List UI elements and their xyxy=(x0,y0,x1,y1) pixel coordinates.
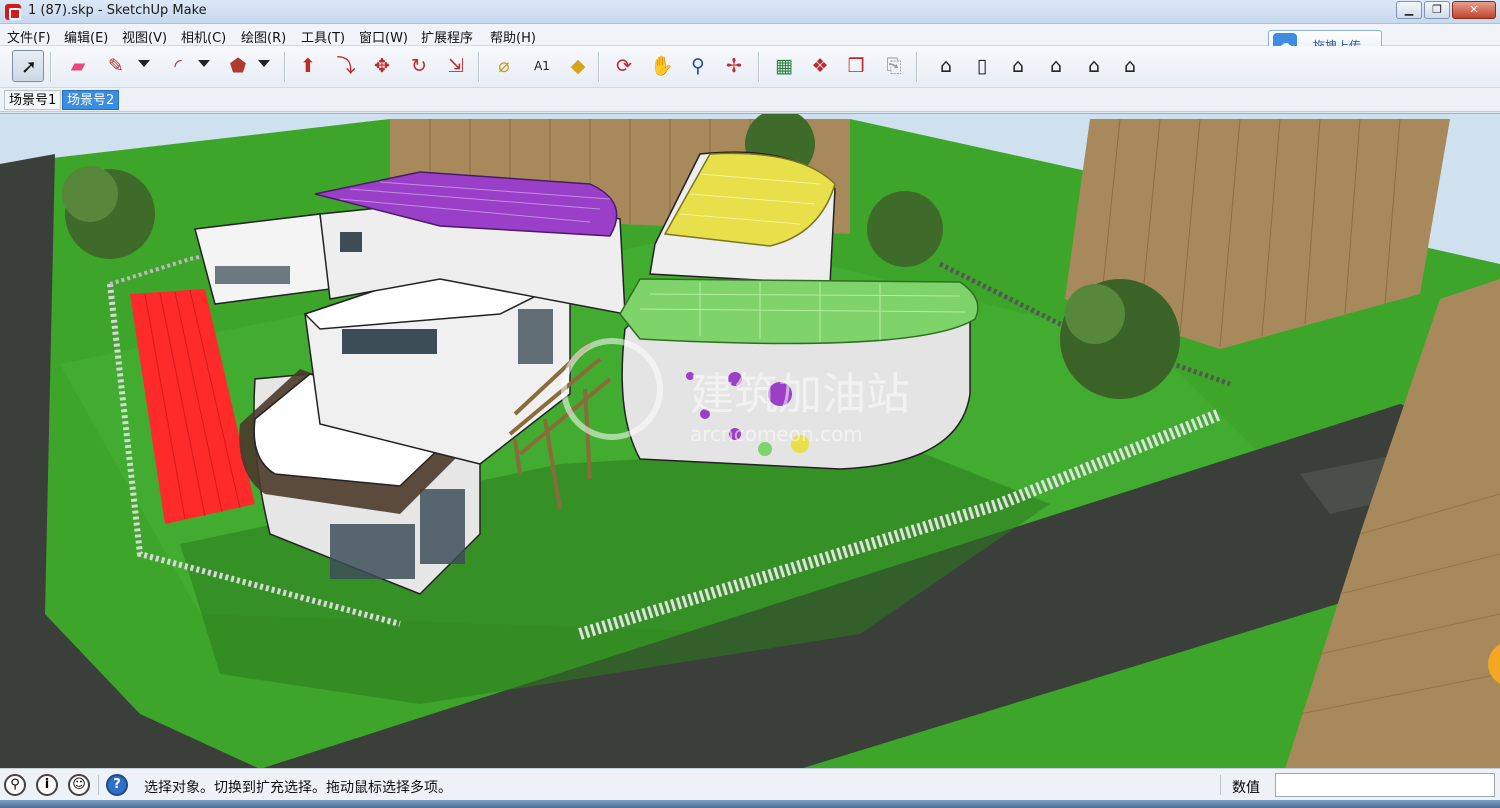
status-divider xyxy=(98,775,99,795)
polygon-icon: ⬟ xyxy=(229,55,247,77)
sketchup-logo-icon xyxy=(5,4,21,20)
scale-icon: ⇲ xyxy=(448,55,464,77)
menu-edit[interactable]: 编辑(E) xyxy=(64,27,108,46)
tape-measure-icon: ⌀ xyxy=(498,55,510,77)
zoom-tool-button[interactable]: ⚲ xyxy=(682,50,714,82)
toolbar-separator xyxy=(50,52,52,82)
measurements-input[interactable] xyxy=(1275,773,1495,797)
front-view-button[interactable]: ⌂ xyxy=(1002,50,1034,82)
watermark-title: 建筑加油站 xyxy=(690,369,910,420)
hand-icon: ✋ xyxy=(650,55,674,77)
close-button[interactable]: ✕ xyxy=(1452,1,1496,19)
window-title: 1 (87).skp - SketchUp Make xyxy=(28,3,207,18)
annex-building xyxy=(194,213,331,305)
right-view-button[interactable]: ⌂ xyxy=(1040,50,1072,82)
back-view-button[interactable]: ⌂ xyxy=(1078,50,1110,82)
follow-me-icon: ⤵ xyxy=(336,55,356,77)
magnifier-icon: ⚲ xyxy=(691,55,705,77)
pencil-icon: ✎ xyxy=(108,55,124,77)
window-controls: ▁ ❐ ✕ xyxy=(1396,1,1496,19)
left-house-icon: ⌂ xyxy=(1123,55,1137,77)
rotate-icon: ↻ xyxy=(411,55,427,77)
text-label-icon: A1 xyxy=(534,59,550,73)
menu-help[interactable]: 帮助(H) xyxy=(490,27,536,46)
3d-warehouse-tool-button[interactable]: ❖ xyxy=(804,50,836,82)
help-icon[interactable]: ? xyxy=(106,774,128,796)
scene-tab-2[interactable]: 场景号2 xyxy=(62,90,120,110)
zoom-extents-tool-button[interactable]: ✢ xyxy=(718,50,750,82)
iso-view-button[interactable]: ⌂ xyxy=(930,50,962,82)
eraser-icon: ▰ xyxy=(70,55,86,77)
chevron-down-icon[interactable] xyxy=(258,60,270,67)
share-model-tool-button[interactable]: ❒ xyxy=(840,50,872,82)
status-message: 选择对象。切换到扩充选择。拖动鼠标选择多项。 xyxy=(144,780,452,796)
paint-bucket-icon: ◆ xyxy=(570,55,586,77)
toolbar-separator xyxy=(758,52,760,82)
left-view-button[interactable]: ⌂ xyxy=(1114,50,1146,82)
menu-draw[interactable]: 绘图(R) xyxy=(241,27,286,46)
menu-window[interactable]: 窗口(W) xyxy=(359,27,408,46)
rotate-tool-button[interactable]: ↻ xyxy=(403,50,435,82)
measurements-label: 数值 xyxy=(1232,780,1260,796)
orbit-icon: ⟳ xyxy=(616,55,632,77)
warehouse-icon: ❖ xyxy=(811,55,829,77)
geo-location-tool-button[interactable]: ▦ xyxy=(768,50,800,82)
chevron-down-icon[interactable] xyxy=(198,60,210,67)
zoom-extents-icon: ✢ xyxy=(726,55,742,77)
arc-tool-button[interactable]: ◜ xyxy=(162,50,194,82)
push-pull-icon: ⬆ xyxy=(300,55,316,77)
top-view-button[interactable]: ▯ xyxy=(966,50,998,82)
toolbar-separator xyxy=(598,52,600,82)
paint-bucket-tool-button[interactable]: ◆ xyxy=(562,50,594,82)
top-view-icon: ▯ xyxy=(976,55,988,77)
toolbar-separator xyxy=(284,52,286,82)
toolbar-separator xyxy=(916,52,918,82)
move-tool-button[interactable]: ✥ xyxy=(366,50,398,82)
menu-view[interactable]: 视图(V) xyxy=(122,27,167,46)
chevron-down-icon[interactable] xyxy=(138,60,150,67)
tape-measure-tool-button[interactable]: ⌀ xyxy=(488,50,520,82)
select-tool-button[interactable]: ➚ xyxy=(12,50,44,82)
map-icon: ▦ xyxy=(775,55,793,77)
text-tool-button[interactable]: A1 xyxy=(526,50,558,82)
user-icon[interactable]: ☺ xyxy=(68,774,90,796)
toolbar-separator xyxy=(478,52,480,82)
scene-tabs-bar: 场景号1 场景号2 xyxy=(0,88,1500,112)
menu-file[interactable]: 文件(F) xyxy=(7,27,51,46)
back-house-icon: ⌂ xyxy=(1087,55,1101,77)
extension-warehouse-tool-button[interactable]: ⎘ xyxy=(878,50,910,82)
minimize-button[interactable]: ▁ xyxy=(1396,1,1422,19)
iso-house-icon: ⌂ xyxy=(939,55,953,77)
share-model-icon: ❒ xyxy=(847,55,865,77)
line-tool-button[interactable]: ✎ xyxy=(100,50,132,82)
os-taskbar xyxy=(0,800,1500,808)
push-pull-tool-button[interactable]: ⬆ xyxy=(292,50,324,82)
shape-tool-button[interactable]: ⬟ xyxy=(222,50,254,82)
eraser-tool-button[interactable]: ▰ xyxy=(62,50,94,82)
front-house-icon: ⌂ xyxy=(1011,55,1025,77)
info-icon[interactable]: i xyxy=(36,774,58,796)
pan-tool-button[interactable]: ✋ xyxy=(646,50,678,82)
geo-pin-icon[interactable]: ⚲ xyxy=(4,774,26,796)
status-bar: ⚲ i ☺ ? 选择对象。切换到扩充选择。拖动鼠标选择多项。 数值 xyxy=(0,768,1500,800)
restore-button[interactable]: ❐ xyxy=(1424,1,1450,19)
arc-icon: ◜ xyxy=(174,55,182,77)
main-toolbar: ➚ ▰ ✎ ◜ ⬟ ⬆ ⤵ ✥ ↻ ⇲ ⌀ A1 ◆ ⟳ ✋ ⚲ ✢ ▦ ❖ ❒ ⎘ ⌂ ▯ ⌂ ⌂ ⌂ ⌂ xyxy=(0,46,1500,88)
follow-me-tool-button[interactable]: ⤵ xyxy=(330,50,362,82)
move-icon: ✥ xyxy=(374,55,390,77)
menu-camera[interactable]: 相机(C) xyxy=(181,27,226,46)
title-bar: 1 (87).skp - SketchUp Make ▁ ❐ ✕ xyxy=(0,0,1500,24)
right-house-icon: ⌂ xyxy=(1049,55,1063,77)
arrow-cursor-icon: ➚ xyxy=(21,56,37,78)
orbit-tool-button[interactable]: ⟳ xyxy=(608,50,640,82)
extension-icon: ⎘ xyxy=(886,55,902,77)
watermark-subtitle: arcncomeon.com xyxy=(690,422,863,446)
status-divider xyxy=(1220,775,1221,795)
scale-tool-button[interactable]: ⇲ xyxy=(440,50,472,82)
menu-extensions[interactable]: 扩展程序 xyxy=(421,27,473,46)
model-viewport[interactable]: 建筑加油站 arcncomeon.com xyxy=(0,113,1500,768)
menu-tools[interactable]: 工具(T) xyxy=(301,27,345,46)
scene-tab-1[interactable]: 场景号1 xyxy=(4,90,62,110)
